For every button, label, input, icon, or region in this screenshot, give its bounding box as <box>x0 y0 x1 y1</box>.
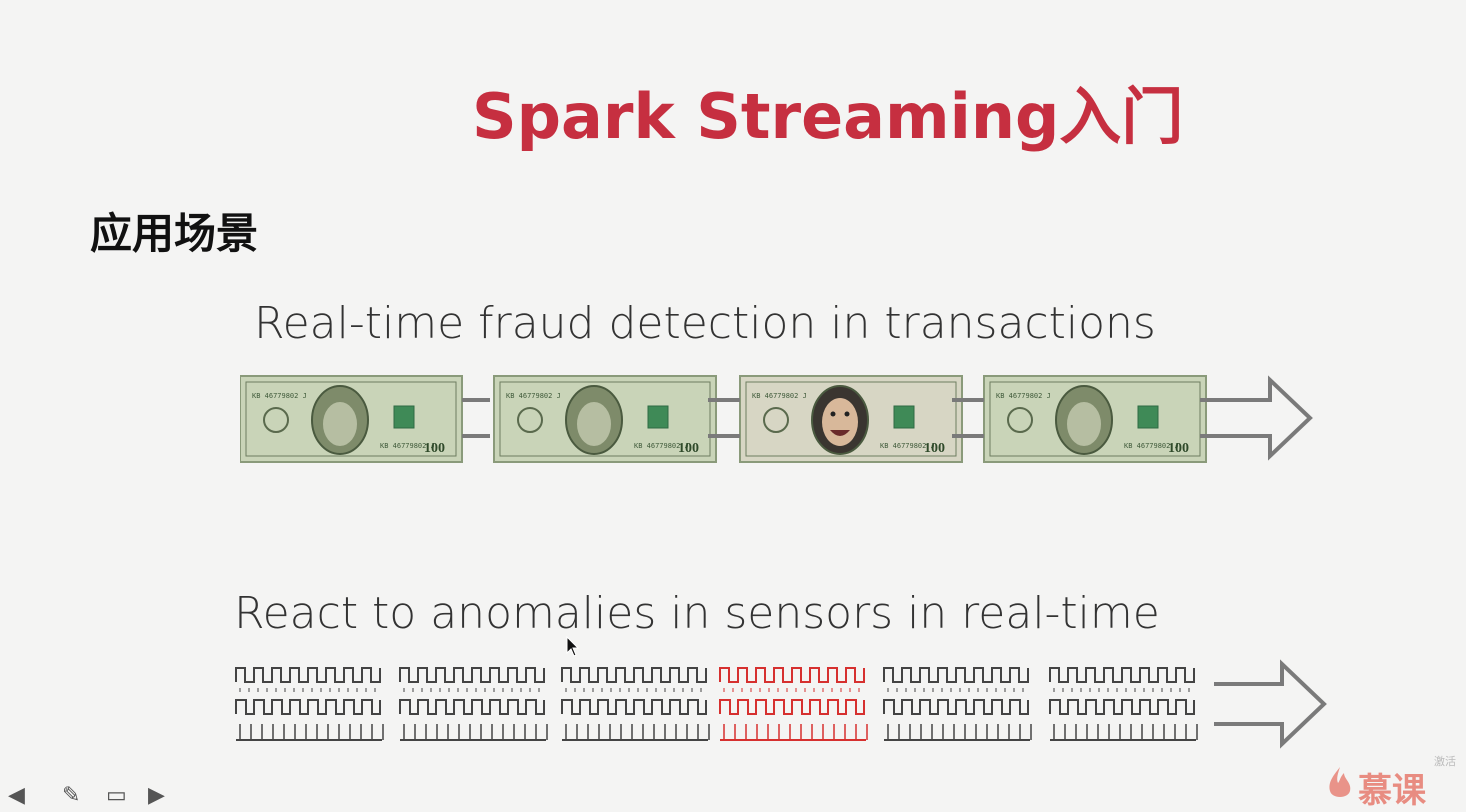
arrow-right-icon[interactable]: ▶ <box>148 782 165 808</box>
bill-serial: KB 46779802 J <box>506 392 561 400</box>
fraud-transaction-stream: KB 46779802 J KB 46779802 J 100 KB 46779802… <box>240 375 1313 463</box>
presentation-toolbar: ◀ ✎ ▭ ▶ <box>0 778 200 807</box>
sensor-signal <box>399 667 548 741</box>
arrow-right-large-icon <box>1200 375 1313 461</box>
dollar-bill: KB 46779802 JKB 46779802 J100 <box>240 375 463 463</box>
flame-icon <box>1329 767 1351 797</box>
fraud-bill: KB 46779802 JKB 46779802 J100 <box>739 375 963 463</box>
dollar-bill: KB 46779802 JKB 46779802 J100 <box>493 375 717 463</box>
arrow-right-large-icon <box>1214 659 1327 749</box>
bill-serial: KB 46779802 J <box>252 392 307 400</box>
sensor-signal <box>1049 667 1198 741</box>
bill-serial: KB 46779802 J <box>996 392 1051 400</box>
mouse-pointer-icon <box>566 636 580 657</box>
pen-icon[interactable]: ✎ <box>62 782 80 808</box>
dollar-bill: KB 46779802 JKB 46779802 J100 <box>983 375 1207 463</box>
sensor-signal <box>883 667 1032 741</box>
arrow-left-icon[interactable]: ◀ <box>8 782 25 808</box>
screen-icon[interactable]: ▭ <box>106 782 127 808</box>
sensor-signal-stream <box>235 659 1327 749</box>
sensor-signal <box>235 667 384 741</box>
bill-value: 100 <box>678 441 699 456</box>
sensor-signal <box>561 667 710 741</box>
sensor-anomaly <box>719 667 868 741</box>
brand-logo: 慕课 激活 <box>1318 755 1458 811</box>
bill-value: 100 <box>1168 441 1189 456</box>
section-heading: 应用场景 <box>90 209 259 258</box>
bill-serial: KB 46779802 J <box>752 392 807 400</box>
watermark-text: 激活 <box>1434 755 1456 768</box>
slide-title: Spark Streaming入门 <box>472 80 1184 153</box>
fraud-scene-title: Real-time fraud detection in transaction… <box>254 298 1156 349</box>
bill-value: 100 <box>924 441 945 456</box>
sensor-scene-title: React to anomalies in sensors in real-ti… <box>234 588 1160 639</box>
brand-name: 慕课 <box>1358 771 1426 811</box>
bill-value: 100 <box>424 441 445 456</box>
